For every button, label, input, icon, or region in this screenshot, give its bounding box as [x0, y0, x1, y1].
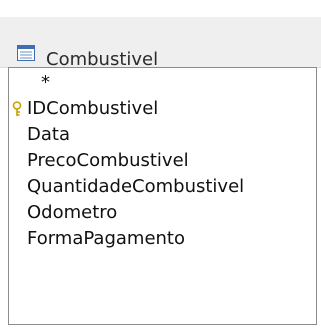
field-list[interactable]: * IDCombustivel Data PrecoCombustivel Qu… — [8, 67, 317, 325]
field-row-formapagamento[interactable]: FormaPagamento — [9, 226, 316, 251]
field-label: Odometro — [27, 202, 118, 223]
field-row-precocombustivel[interactable]: PrecoCombustivel — [9, 148, 316, 173]
field-label: * — [41, 72, 50, 93]
field-label: QuantidadeCombustivel — [27, 176, 245, 197]
field-row-all[interactable]: * — [9, 70, 316, 95]
field-row-odometro[interactable]: Odometro — [9, 200, 316, 225]
field-row-quantidadecombustivel[interactable]: QuantidadeCombustivel — [9, 174, 316, 199]
field-label: FormaPagamento — [27, 228, 185, 249]
field-row-data[interactable]: Data — [9, 122, 316, 147]
field-row-idcombustivel[interactable]: IDCombustivel — [9, 96, 316, 121]
field-label: PrecoCombustivel — [27, 150, 189, 171]
table-window[interactable]: Combustivel * IDCombustivel Data PrecoCo… — [0, 0, 321, 331]
key-icon — [12, 101, 22, 116]
field-label: Data — [27, 124, 70, 145]
field-label: IDCombustivel — [27, 98, 159, 119]
table-icon — [17, 45, 35, 61]
table-title-bar[interactable]: Combustivel — [0, 17, 321, 70]
